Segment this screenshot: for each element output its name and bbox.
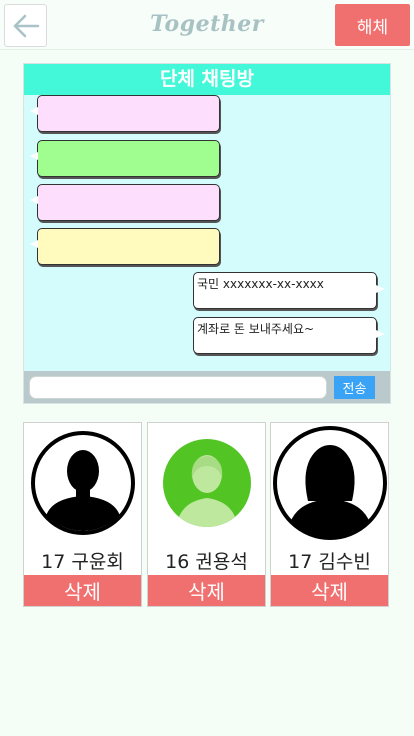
female-silhouette-icon <box>272 426 387 540</box>
avatar <box>24 423 141 543</box>
group-chat-panel: 단체 채팅방 국민 xxxxxxx-xx-xxxx 계좌로 돈 보내주세요~ 전… <box>23 63 391 404</box>
chat-bubble-incoming <box>30 140 220 177</box>
chat-bubble-outgoing: 계좌로 돈 보내주세요~ <box>193 317 385 354</box>
top-bar: Together 해체 <box>0 0 414 50</box>
remove-member-button[interactable]: 삭제 <box>271 575 388 606</box>
avatar <box>271 423 388 543</box>
message-input[interactable] <box>29 376 327 399</box>
member-card: 17 구윤회 삭제 <box>23 422 142 607</box>
chat-bubble-incoming <box>30 184 220 221</box>
send-button[interactable]: 전송 <box>334 376 375 399</box>
member-name: 16 권용석 <box>165 551 248 573</box>
chat-title: 단체 채팅방 <box>24 64 390 95</box>
member-name: 17 김수빈 <box>288 551 371 573</box>
chat-bubble-incoming <box>30 228 220 265</box>
avatar <box>148 423 265 543</box>
chat-bubble-incoming <box>30 95 220 132</box>
member-card: 16 권용석 삭제 <box>147 422 266 607</box>
chat-input-bar: 전송 <box>24 371 390 403</box>
member-card: 17 김수빈 삭제 <box>270 422 389 607</box>
remove-member-button[interactable]: 삭제 <box>24 575 141 606</box>
chat-bubble-outgoing: 국민 xxxxxxx-xx-xxxx <box>193 272 385 309</box>
remove-member-button[interactable]: 삭제 <box>148 575 265 606</box>
male-silhouette-icon <box>30 431 135 535</box>
dissolve-button[interactable]: 해체 <box>335 4 410 46</box>
member-name: 17 구윤회 <box>41 551 124 573</box>
green-person-icon <box>162 439 251 527</box>
